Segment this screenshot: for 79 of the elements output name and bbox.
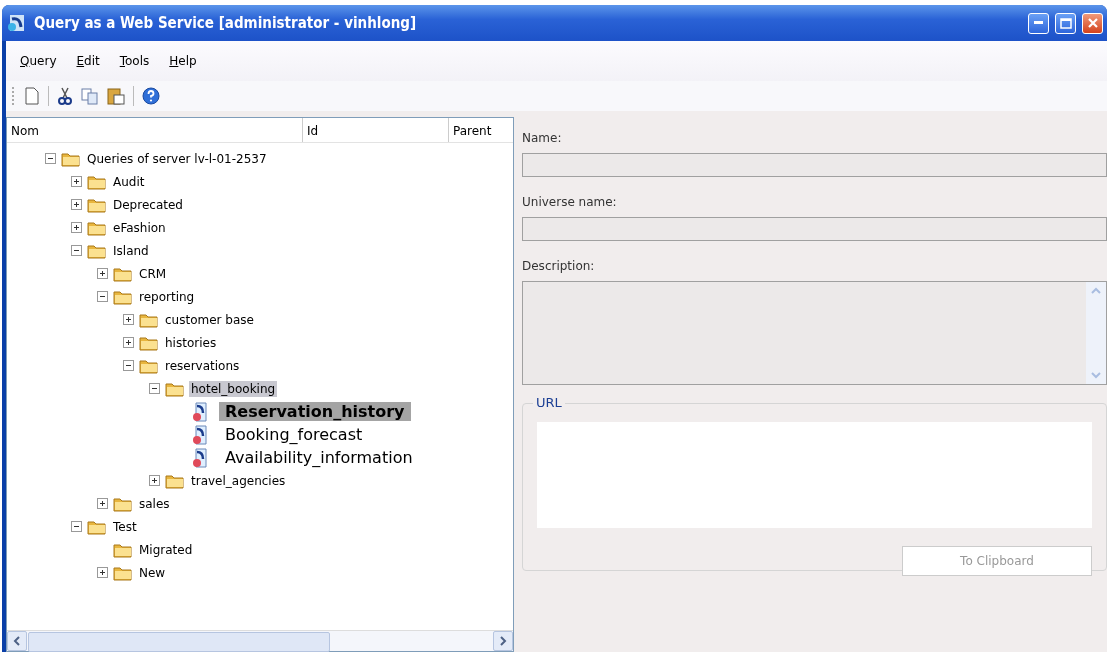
menu-item[interactable]: Help <box>167 52 199 70</box>
folder-icon <box>165 472 185 489</box>
folder-item[interactable]: reservations <box>163 357 242 374</box>
folder-icon <box>113 288 133 305</box>
expand-toggle-icon[interactable] <box>71 199 82 210</box>
folder-item[interactable]: sales <box>137 495 172 512</box>
folder-icon <box>61 150 81 167</box>
collapse-toggle-icon[interactable] <box>97 291 108 302</box>
help-icon[interactable] <box>142 87 160 105</box>
expand-toggle-icon[interactable] <box>97 498 108 509</box>
expand-toggle-icon[interactable] <box>71 222 82 233</box>
folder-item[interactable]: eFashion <box>111 219 168 236</box>
folder-icon <box>87 518 107 535</box>
folder-icon <box>165 380 185 397</box>
folder-icon <box>113 541 133 558</box>
collapse-toggle-icon[interactable] <box>123 360 134 371</box>
folder-icon <box>113 495 133 512</box>
report-tree-item[interactable]: Availability_information <box>219 448 419 467</box>
folder-icon <box>87 173 107 190</box>
minimize-icon <box>1034 21 1043 25</box>
menu-item[interactable]: Query <box>18 52 59 70</box>
paste-icon[interactable] <box>107 87 125 105</box>
folder-item[interactable]: histories <box>163 334 219 351</box>
field-label: Name: <box>522 131 563 147</box>
report-tree-item[interactable]: Reservation_history <box>219 402 411 421</box>
group-label: URL <box>533 395 565 410</box>
collapse-toggle-icon[interactable] <box>149 383 160 394</box>
folder-item[interactable]: CRM <box>137 265 169 282</box>
field-label: Description: <box>522 259 596 275</box>
close-icon <box>1086 17 1099 29</box>
maximize-button[interactable] <box>1055 12 1076 34</box>
folder-icon <box>87 196 107 213</box>
expand-toggle-icon[interactable] <box>97 567 108 578</box>
horizontal-scrollbar[interactable] <box>7 630 513 651</box>
description-field[interactable] <box>522 281 1107 385</box>
folder-icon <box>139 357 159 374</box>
copy-icon[interactable] <box>81 87 99 105</box>
folder-item[interactable]: reporting <box>137 288 197 305</box>
folder-item[interactable]: Test <box>111 518 139 535</box>
folder-item[interactable]: customer base <box>163 311 256 328</box>
field-label: Universe name: <box>522 195 618 211</box>
folder-item[interactable]: travel_agencies <box>189 472 288 489</box>
folder-item[interactable]: Migrated <box>137 541 195 558</box>
collapse-toggle-icon[interactable] <box>45 153 56 164</box>
collapse-toggle-icon[interactable] <box>71 521 82 532</box>
column-header[interactable]: Id <box>303 118 449 142</box>
folder-item[interactable]: Audit <box>111 173 147 190</box>
folder-icon <box>113 564 133 581</box>
folder-icon <box>139 334 159 351</box>
folder-icon <box>139 311 159 328</box>
name-field[interactable] <box>522 153 1107 177</box>
menu-item[interactable]: Edit <box>74 52 102 70</box>
expand-toggle-icon[interactable] <box>71 176 82 187</box>
expand-toggle-icon[interactable] <box>123 314 134 325</box>
collapse-toggle-icon[interactable] <box>71 245 82 256</box>
scroll-right-button[interactable] <box>493 631 513 651</box>
window-title: Query as a Web Service [administrator - vinhlong] <box>34 14 418 32</box>
cut-icon[interactable] <box>57 87 73 105</box>
column-header[interactable]: Parent <box>449 118 513 142</box>
folder-icon <box>87 219 107 236</box>
universe-name-field[interactable] <box>522 217 1107 241</box>
folder-icon <box>113 265 133 282</box>
folder-item[interactable]: Island <box>111 242 151 259</box>
expand-toggle-icon[interactable] <box>149 475 160 486</box>
folder-icon <box>87 242 107 259</box>
folder-item[interactable]: Deprecated <box>111 196 185 213</box>
new-document-icon[interactable] <box>24 87 40 105</box>
scroll-left-button[interactable] <box>7 631 27 651</box>
folder-item[interactable]: hotel_booking <box>189 380 278 397</box>
folder-item[interactable]: New <box>137 564 168 581</box>
report-tree-item[interactable]: Booking_forecast <box>219 425 369 444</box>
folder-item[interactable]: Queries of server lv-l-01-2537 <box>85 150 269 167</box>
menu-item[interactable]: Tools <box>117 52 152 70</box>
minimize-button[interactable] <box>1028 12 1049 34</box>
column-header[interactable]: Nom <box>7 118 303 142</box>
maximize-icon <box>1059 17 1072 29</box>
close-button[interactable] <box>1082 12 1103 34</box>
expand-toggle-icon[interactable] <box>97 268 108 279</box>
expand-toggle-icon[interactable] <box>123 337 134 348</box>
